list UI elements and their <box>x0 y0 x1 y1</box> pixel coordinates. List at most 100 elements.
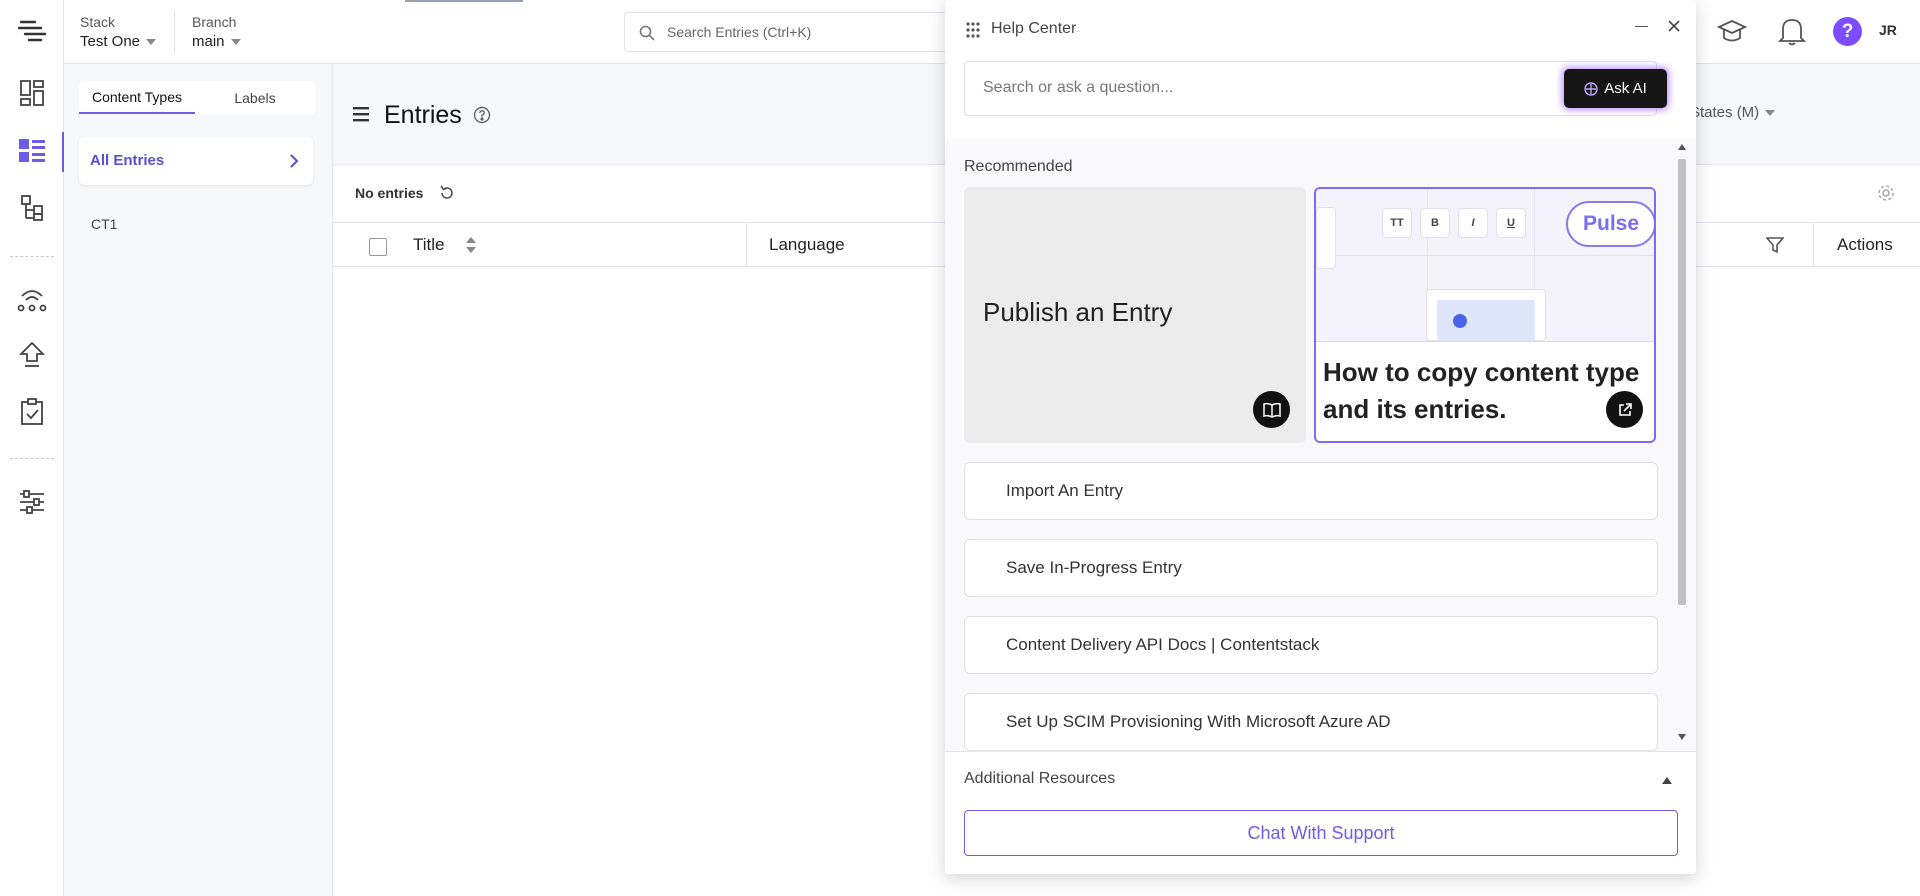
page-title: Entries <box>384 101 462 129</box>
scroll-down-icon[interactable] <box>1678 734 1686 740</box>
grid-line <box>1316 255 1654 256</box>
ask-ai-label: Ask AI <box>1604 80 1647 97</box>
entries-icon[interactable] <box>16 135 48 167</box>
content-models-icon[interactable] <box>16 192 48 224</box>
content-sidebar: Content Types Labels All Entries CT1 <box>64 64 333 896</box>
help-center-panel: Help Center Search or ask a question... … <box>945 0 1696 874</box>
branch-value: main <box>192 33 225 50</box>
refresh-icon[interactable] <box>439 185 455 201</box>
ask-ai-button[interactable]: Ask AI <box>1564 69 1667 108</box>
search-icon <box>639 25 655 41</box>
help-link-label: Save In-Progress Entry <box>1006 558 1182 577</box>
drag-handle-icon[interactable] <box>966 22 980 38</box>
bold-icon: B <box>1420 208 1450 238</box>
webhooks-icon[interactable] <box>16 282 48 314</box>
help-link-import-entry[interactable]: Import An Entry <box>964 462 1658 520</box>
column-title[interactable]: Title <box>413 223 477 267</box>
pulse-badge: Pulse <box>1566 201 1654 247</box>
chevron-right-icon <box>290 154 299 168</box>
select-all-checkbox[interactable] <box>369 238 387 256</box>
user-avatar[interactable]: JR <box>1879 22 1897 38</box>
sidebar-tabs: Content Types Labels <box>79 81 315 114</box>
stack-label: Stack <box>80 14 116 30</box>
search-placeholder: Search Entries (Ctrl+K) <box>667 24 812 40</box>
book-icon[interactable] <box>1253 391 1290 428</box>
help-link-save-in-progress[interactable]: Save In-Progress Entry <box>964 539 1658 597</box>
workflow-states-filter[interactable]: States (M) <box>1690 104 1776 121</box>
illustration-block <box>1426 289 1546 342</box>
featured-card-copy-content-type[interactable]: TT B I U Pulse How to copy content type … <box>1314 187 1656 443</box>
header-divider <box>174 10 175 54</box>
tab-labels[interactable]: Labels <box>195 81 315 114</box>
help-link-scim-azure[interactable]: Set Up SCIM Provisioning With Microsoft … <box>964 693 1658 751</box>
scroll-up-icon[interactable] <box>1678 144 1686 150</box>
table-settings-gear-icon[interactable] <box>1876 183 1896 203</box>
featured-card-publish-entry[interactable]: Publish an Entry <box>964 187 1306 443</box>
sort-icon[interactable] <box>465 236 477 254</box>
featured-card-title: How to copy content type and its entries… <box>1323 357 1640 424</box>
contentstack-logo-icon[interactable] <box>16 14 48 46</box>
underline-icon: U <box>1496 208 1526 238</box>
close-icon[interactable] <box>1668 20 1680 32</box>
all-entries-label: All Entries <box>90 152 165 169</box>
scrollbar-thumb[interactable] <box>1678 159 1686 605</box>
column-divider <box>746 223 747 267</box>
illustration-dot <box>1453 314 1467 328</box>
minimize-icon[interactable] <box>1635 26 1648 27</box>
additional-resources-heading: Additional Resources <box>964 770 1116 787</box>
ai-sparkle-icon <box>1584 81 1598 96</box>
workflow-states-label: States (M) <box>1690 104 1760 121</box>
chat-support-label: Chat With Support <box>1247 822 1395 843</box>
column-actions-label: Actions <box>1837 235 1893 254</box>
illustration-block <box>1316 207 1336 269</box>
card-illustration: TT B I U Pulse <box>1316 189 1654 342</box>
user-initials: JR <box>1879 22 1897 38</box>
all-entries-item[interactable]: All Entries <box>79 137 313 185</box>
external-link-icon[interactable] <box>1606 391 1643 428</box>
help-search-input[interactable]: Search or ask a question... Ask AI <box>964 61 1667 116</box>
column-language[interactable]: Language <box>769 223 845 267</box>
help-center-title: Help Center <box>991 20 1077 37</box>
rail-divider <box>10 458 54 459</box>
branch-label: Branch <box>192 14 237 30</box>
help-scrollbar[interactable] <box>1675 139 1689 751</box>
no-entries-label: No entries <box>355 185 424 201</box>
chevron-down-icon <box>230 39 241 46</box>
branch-selector[interactable]: main <box>192 33 241 50</box>
chevron-up-icon <box>1662 777 1672 784</box>
info-help-icon[interactable] <box>473 106 491 124</box>
help-link-label: Content Delivery API Docs | Contentstack <box>1006 635 1320 654</box>
tab-label: Content Types <box>91 88 183 105</box>
chevron-down-icon <box>1765 110 1776 117</box>
recommended-heading: Recommended <box>964 158 1073 175</box>
chevron-down-icon <box>146 39 157 46</box>
additional-resources-toggle[interactable]: Additional Resources <box>964 770 1676 792</box>
notifications-bell-icon[interactable] <box>1777 15 1807 52</box>
academy-icon[interactable] <box>1716 16 1748 51</box>
deploy-icon[interactable] <box>16 339 48 371</box>
chat-with-support-button[interactable]: Chat With Support <box>964 810 1678 856</box>
column-language-label: Language <box>769 235 845 254</box>
tasks-icon[interactable] <box>16 396 48 428</box>
settings-sliders-icon[interactable] <box>16 486 48 518</box>
help-link-label: Set Up SCIM Provisioning With Microsoft … <box>1006 712 1391 731</box>
tab-content-types[interactable]: Content Types <box>79 81 195 114</box>
column-actions: Actions <box>1837 223 1893 267</box>
left-rail <box>0 0 65 896</box>
help-icon[interactable]: ? <box>1833 17 1862 46</box>
card-caption: How to copy content type and its entries… <box>1316 341 1654 441</box>
stack-selector[interactable]: Test One <box>80 33 157 50</box>
illustration-image <box>1437 300 1535 342</box>
sidebar-item-ct1[interactable]: CT1 <box>91 216 117 232</box>
italic-icon: I <box>1458 208 1488 238</box>
filter-icon[interactable] <box>1766 236 1784 254</box>
hamburger-menu-icon[interactable] <box>353 106 369 122</box>
header-progress-indicator <box>405 0 523 2</box>
stack-value: Test One <box>80 33 141 50</box>
column-divider <box>1813 223 1814 267</box>
help-link-cda-docs[interactable]: Content Delivery API Docs | Contentstack <box>964 616 1658 674</box>
divider <box>945 751 1696 752</box>
tab-label: Labels <box>234 89 276 106</box>
dashboard-icon[interactable] <box>16 77 48 109</box>
text-size-icon: TT <box>1382 208 1412 238</box>
